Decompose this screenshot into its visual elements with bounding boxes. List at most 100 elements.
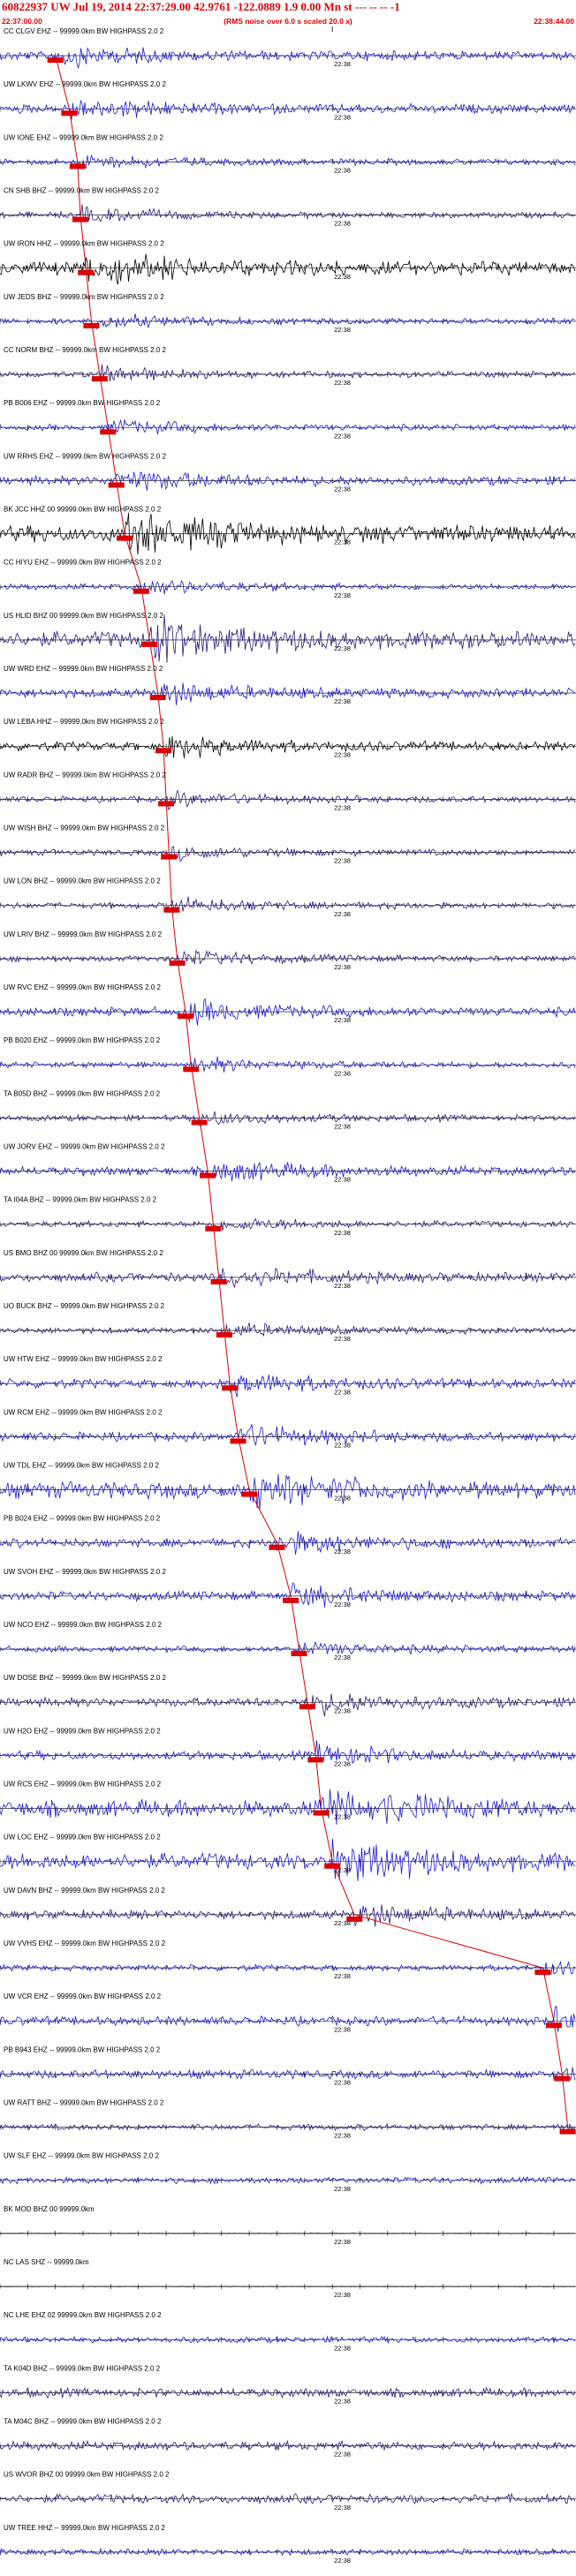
pick-marker: [324, 1863, 341, 1869]
minute-mark-label: 22:38: [334, 1016, 351, 1024]
station-label: CC NORM BHZ -- 99999.0km BW HIGHPASS 2.0…: [4, 346, 166, 354]
trace-group: US HLID BHZ 00 99999.0km BW HIGHPASS 2.0…: [0, 612, 576, 694]
minute-mark-label: 22:38: [334, 1069, 351, 1077]
minute-mark-label: 22:38: [334, 1229, 351, 1237]
waveform-trace: [0, 1740, 576, 1765]
trace-group: TA M04C BHZ -- 99999.0km BW HIGHPASS 2.0…: [0, 2418, 576, 2459]
minute-mark-label: 22:38: [334, 591, 351, 599]
pick-marker: [269, 1544, 285, 1550]
waveform-trace: [0, 2233, 576, 2234]
station-label: NC LAS SHZ -- 99999.0km: [4, 2258, 89, 2266]
station-label: UW RVC EHZ -- 99999.0km BW HIGHPASS 2.0 …: [4, 983, 162, 991]
trace-group: UW NCO EHZ -- 99999.0km BW HIGHPASS 2.0 …: [0, 1621, 576, 1703]
waveform-trace: [0, 1473, 576, 1510]
station-label: TA K04D BHZ -- 99999.0km BW HIGHPASS 2.0…: [4, 2364, 161, 2372]
waveform-trace: [0, 1322, 576, 1337]
moveout-line: [307, 1702, 316, 1756]
waveform-trace: [0, 846, 576, 862]
waveform-trace: [0, 1693, 576, 1717]
trace-group: BK MOD BHZ 00 99999.0km 22:38: [0, 2205, 576, 2246]
minute-mark-label: 22:38: [334, 539, 351, 546]
minute-mark-label: 22:38: [334, 273, 351, 281]
waveform-trace: [0, 1904, 576, 1927]
trace-group: NC LHE EHZ 02 99999.0km BW HIGHPASS 2.0 …: [0, 2311, 576, 2352]
minute-mark-label: 22:38: [334, 1706, 351, 1714]
waveform-trace: [0, 788, 576, 810]
trace-group: UW DAVN BHZ -- 99999.0km BW HIGHPASS 2.0…: [0, 1887, 576, 1969]
trace-group: UW TDL EHZ -- 99999.0km BW HIGHPASS 2.0 …: [0, 1462, 576, 1543]
pick-marker: [241, 1491, 258, 1497]
minute-mark-label: 22:38: [334, 2078, 351, 2086]
trace-group: UW JEDS BHZ -- 99999.0km BW HIGHPASS 2.0…: [0, 293, 576, 375]
moveout-line: [207, 1171, 214, 1224]
trace-group: UO BUCK BHZ -- 99999.0km BW HIGHPASS 2.0…: [0, 1302, 576, 1384]
minute-mark-label: 22:38: [334, 432, 351, 440]
waveform-trace: [0, 1640, 576, 1656]
trace-group: UW RATT BHZ -- 99999.0km BW HIGHPASS 2.0…: [0, 2099, 576, 2140]
waveform-trace: [0, 1961, 576, 1977]
moveout-line: [299, 1649, 308, 1703]
trace-group: UW IRON HHZ -- 99999.0km BW HIGHPASS 2.0…: [0, 240, 576, 321]
station-label: UW LRIV BHZ -- 99999.0km BW HIGHPASS 2.0…: [4, 930, 163, 938]
station-label: TA I04A BHZ -- 99999.0km BW HIGHPASS 2.0…: [4, 1196, 157, 1204]
trace-group: US BMO BHZ 00 99999.0km BW HIGHPASS 2.0 …: [0, 1249, 576, 1331]
minute-mark-label: 22:38: [334, 60, 351, 68]
trace-group: US WVOR BHZ 00 99999.0km BW HIGHPASS 2.0…: [0, 2471, 576, 2512]
station-label: UW JEDS BHZ -- 99999.0km BW HIGHPASS 2.0…: [4, 293, 164, 301]
minute-mark-label: 22:38: [334, 2504, 351, 2512]
station-label: UW RATT BHZ -- 99999.0km BW HIGHPASS 2.0…: [4, 2099, 164, 2107]
trace-group: TA B05D BHZ -- 99999.0km BW HIGHPASS 2.0…: [0, 1089, 576, 1171]
trace-group: TA I04A BHZ -- 99999.0km BW HIGHPASS 2.0…: [0, 1196, 576, 1277]
trace-group: UW LOC EHZ -- 99999.0km BW HIGHPASS 2.0 …: [0, 1834, 576, 1916]
station-label: UW VCR EHZ -- 99999.0km BW HIGHPASS 2.0 …: [4, 1992, 162, 2000]
waveform-trace: [0, 1056, 576, 1073]
pick-marker: [346, 1916, 363, 1922]
station-label: CN SHB BHZ -- 99999.0km BW HIGHPASS 2.0 …: [4, 187, 159, 195]
moveout-line: [190, 1065, 201, 1119]
trace-group: UW RVC EHZ -- 99999.0km BW HIGHPASS 2.0 …: [0, 983, 576, 1066]
station-label: UW NCO EHZ -- 99999.0km BW HIGHPASS 2.0 …: [4, 1621, 163, 1629]
station-label: UW VVHS EHZ -- 99999.0km BW HIGHPASS 2.0…: [4, 1940, 166, 1947]
station-label: UW IRON HHZ -- 99999.0km BW HIGHPASS 2.0…: [4, 240, 164, 248]
station-label: PB B943 EHZ -- 99999.0km BW HIGHPASS 2.0…: [4, 2045, 161, 2053]
minute-mark-label: 22:38: [334, 1972, 351, 1980]
trace-group: UW RADR BHZ -- 99999.0km BW HIGHPASS 2.0…: [0, 771, 576, 853]
moveout-line: [315, 1755, 322, 1809]
trace-group: UW H2O EHZ -- 99999.0km BW HIGHPASS 2.0 …: [0, 1727, 576, 1809]
minute-mark-label: 22:38: [334, 2291, 351, 2299]
waveform-trace: [0, 364, 576, 382]
seismogram-plot: CC CLGV EHZ -- 99999.0km BW HIGHPASS 2.0…: [0, 26, 576, 2565]
waveform-trace: [0, 998, 576, 1026]
minute-mark-label: 22:38: [334, 1601, 351, 1608]
station-label: UW LEBA HHZ -- 99999.0km BW HIGHPASS 2.0…: [4, 718, 164, 726]
moveout-line: [542, 1967, 555, 2022]
pick-marker: [47, 57, 64, 64]
station-label: UW DAVN BHZ -- 99999.0km BW HIGHPASS 2.0…: [4, 1887, 165, 1894]
trace-group: BK JCC HHZ 00 99999.0km BW HIGHPASS 2.0 …: [0, 506, 576, 587]
trace-group: CC CLGV EHZ -- 99999.0km BW HIGHPASS 2.0…: [0, 27, 576, 109]
moveout-line: [165, 799, 170, 853]
minute-mark-label: 22:38: [334, 113, 351, 121]
minute-mark-label: 22:38: [334, 326, 351, 334]
pick-marker: [559, 2128, 576, 2135]
moveout-line: [290, 1595, 300, 1650]
station-label: PB B006 EHZ -- 99999.0km BW HIGHPASS 2.0…: [4, 399, 161, 407]
trace-group: UW SVOH EHZ -- 99999.0km BW HIGHPASS 2.0…: [0, 1568, 576, 1650]
trace-group: UW RCS EHZ -- 99999.0km BW HIGHPASS 2.0 …: [0, 1781, 576, 1862]
station-label: UW RCM EHZ -- 99999.0km BW HIGHPASS 2.0 …: [4, 1408, 163, 1416]
minute-mark-label: 22:38: [334, 1282, 351, 1290]
trace-group: CC NORM BHZ -- 99999.0km BW HIGHPASS 2.0…: [0, 346, 576, 428]
station-label: US HLID BHZ 00 99999.0km BW HIGHPASS 2.0…: [4, 612, 163, 620]
station-label: UW LKWV EHZ -- 99999.0km BW HIGHPASS 2.0…: [4, 80, 166, 88]
minute-mark-label: 22:38: [334, 963, 351, 971]
station-label: UW IONE EHZ -- 99999.0km BW HIGHPASS 2.0…: [4, 133, 163, 141]
moveout-line: [248, 1489, 277, 1543]
moveout-line: [168, 852, 172, 906]
station-label: UW JORV EHZ -- 99999.0km BW HIGHPASS 2.0…: [4, 1143, 165, 1151]
station-label: UW SLF EHZ -- 99999.0km BW HIGHPASS 2.0 …: [4, 2152, 159, 2160]
waveform-trace: [0, 100, 576, 120]
waveform-trace: [0, 418, 576, 434]
waveform-trace: [0, 471, 576, 491]
station-label: TA M04C BHZ -- 99999.0km BW HIGHPASS 2.0…: [4, 2418, 162, 2426]
minute-mark-label: 22:38: [334, 2557, 351, 2565]
